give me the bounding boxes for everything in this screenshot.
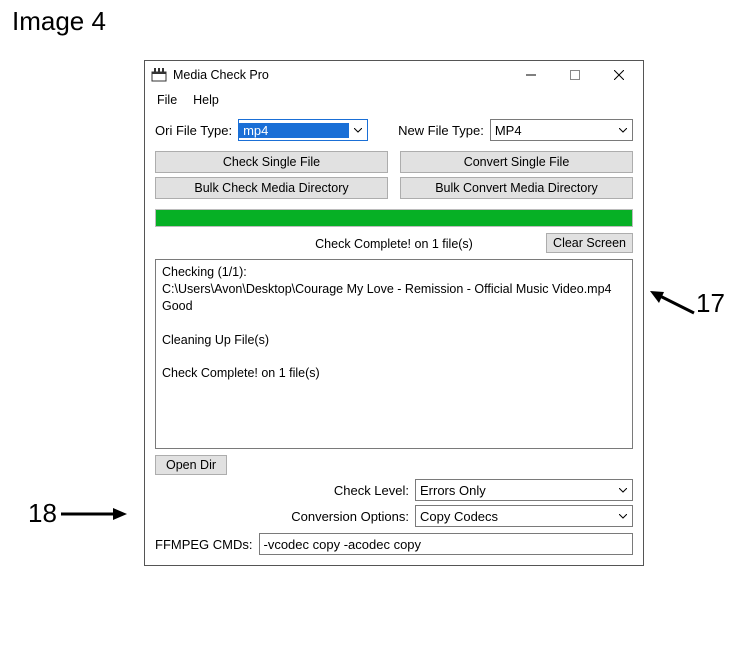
titlebar: Media Check Pro — [145, 61, 643, 89]
arrow-icon — [648, 289, 696, 319]
check-single-button[interactable]: Check Single File — [155, 151, 388, 173]
check-column: Check Single File Bulk Check Media Direc… — [155, 151, 388, 199]
convert-dir-button[interactable]: Bulk Convert Media Directory — [400, 177, 633, 199]
ffmpeg-cmds-label: FFMPEG CMDs: — [155, 537, 253, 552]
open-dir-row: Open Dir — [155, 455, 633, 475]
window-title: Media Check Pro — [173, 68, 509, 82]
open-dir-button[interactable]: Open Dir — [155, 455, 227, 475]
content-area: Ori File Type: mp4 New File Type: MP4 Ch… — [145, 111, 643, 565]
conversion-options-value: Copy Codecs — [416, 509, 614, 524]
new-filetype-value: MP4 — [491, 123, 614, 138]
action-buttons-row: Check Single File Bulk Check Media Direc… — [155, 151, 633, 199]
check-dir-button[interactable]: Bulk Check Media Directory — [155, 177, 388, 199]
conversion-options-combo[interactable]: Copy Codecs — [415, 505, 633, 527]
callout-18-number: 18 — [28, 498, 57, 529]
chevron-down-icon — [614, 120, 632, 140]
check-level-combo[interactable]: Errors Only — [415, 479, 633, 501]
chevron-down-icon — [614, 480, 632, 500]
help-menu[interactable]: Help — [185, 91, 227, 109]
conversion-options-label: Conversion Options: — [155, 509, 409, 524]
window-controls — [509, 61, 641, 89]
ori-filetype-label: Ori File Type: — [155, 123, 232, 138]
log-output[interactable]: Checking (1/1): C:\Users\Avon\Desktop\Co… — [155, 259, 633, 449]
chevron-down-icon — [349, 120, 367, 140]
ffmpeg-cmds-input[interactable]: -vcodec copy -acodec copy — [259, 533, 634, 555]
new-filetype-label: New File Type: — [398, 123, 484, 138]
close-button[interactable] — [597, 61, 641, 89]
check-level-value: Errors Only — [416, 483, 614, 498]
app-icon — [151, 67, 167, 83]
clear-screen-button[interactable]: Clear Screen — [546, 233, 633, 253]
arrow-icon — [57, 504, 129, 524]
progress-bar — [155, 209, 633, 227]
convert-column: Convert Single File Bulk Convert Media D… — [400, 151, 633, 199]
minimize-button[interactable] — [509, 61, 553, 89]
callout-17-number: 17 — [696, 288, 725, 319]
callout-18: 18 — [28, 498, 129, 529]
check-level-row: Check Level: Errors Only — [155, 479, 633, 501]
filetype-row: Ori File Type: mp4 New File Type: MP4 — [155, 119, 633, 141]
status-row: Check Complete! on 1 file(s) Clear Scree… — [155, 233, 633, 255]
chevron-down-icon — [614, 506, 632, 526]
app-window: Media Check Pro File Help Ori File Type:… — [144, 60, 644, 566]
ffmpeg-cmds-row: FFMPEG CMDs: -vcodec copy -acodec copy — [155, 533, 633, 555]
ffmpeg-cmds-value: -vcodec copy -acodec copy — [264, 537, 422, 552]
image-label: Image 4 — [12, 6, 106, 37]
maximize-button[interactable] — [553, 61, 597, 89]
check-level-label: Check Level: — [155, 483, 409, 498]
menubar: File Help — [145, 89, 643, 111]
conversion-options-row: Conversion Options: Copy Codecs — [155, 505, 633, 527]
callout-17: 17 — [648, 288, 725, 319]
convert-single-button[interactable]: Convert Single File — [400, 151, 633, 173]
ori-filetype-combo[interactable]: mp4 — [238, 119, 368, 141]
new-filetype-combo[interactable]: MP4 — [490, 119, 633, 141]
ori-filetype-value: mp4 — [239, 123, 349, 138]
file-menu[interactable]: File — [149, 91, 185, 109]
